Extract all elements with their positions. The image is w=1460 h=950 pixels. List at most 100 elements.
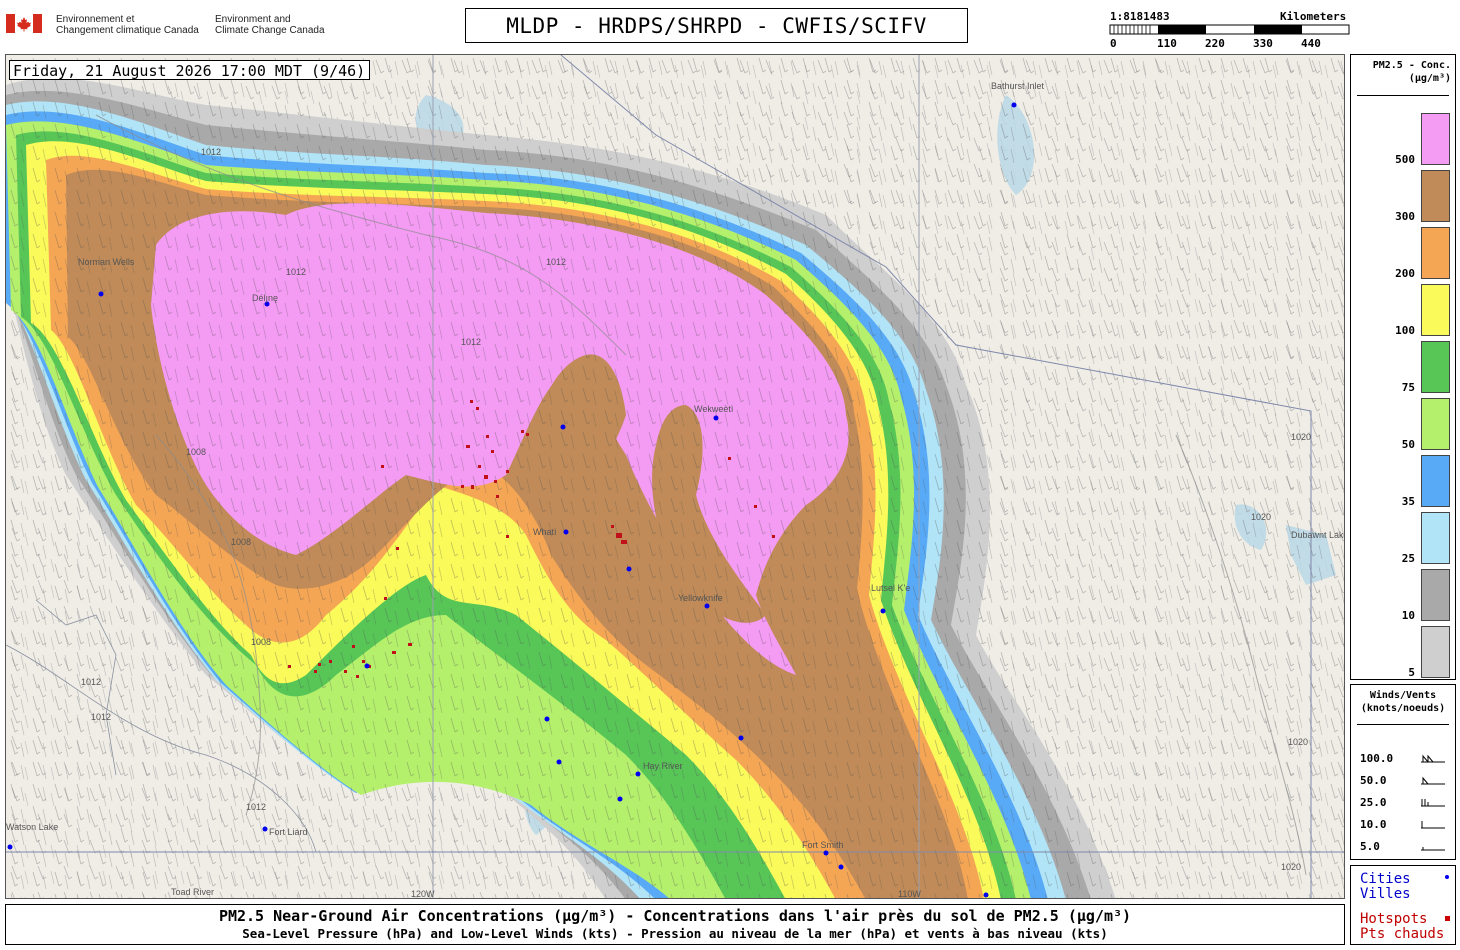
gov-name-en-line1: Environment and — [215, 14, 291, 25]
pm25-swatch-300 — [1421, 170, 1450, 222]
isobar-label-7: 1008 — [251, 637, 271, 647]
scale-bar-graphic — [1109, 24, 1350, 35]
key-cities-en: Cities — [1360, 871, 1411, 887]
pm25-swatch-35 — [1421, 455, 1450, 507]
wind-barb-5-icon — [1421, 847, 1445, 851]
wind-barb-50-icon — [1421, 776, 1445, 785]
scale-tick-0: 0 — [1110, 37, 1117, 50]
meridian-120w: 120W — [411, 889, 435, 899]
caption-line1: PM2.5 Near-Ground Air Concentrations (µg… — [218, 907, 1132, 925]
pm25-swatch-10 — [1421, 569, 1450, 621]
product-title: MLDP - HRDPS/SHRPD - CWFIS/SCIFV — [465, 8, 968, 43]
forecast-datetime: Friday, 21 August 2026 17:00 MDT (9/46) — [9, 60, 371, 80]
isobar-label-4: 1012 — [286, 267, 306, 277]
pm25-swatch-500 — [1421, 113, 1450, 165]
meridian-110w: 110W — [898, 889, 921, 899]
wind-label-50: 50.0 — [1360, 774, 1387, 787]
map-caption: PM2.5 Near-Ground Air Concentrations (µg… — [5, 904, 1345, 945]
gov-name-fr-line1: Environnement et — [56, 14, 135, 25]
isobar-label-12: 1020 — [1288, 737, 1308, 747]
wind-legend-title-line1: Winds/Vents — [1369, 690, 1437, 701]
isobar-label-1: 1012 — [201, 147, 221, 157]
map-canvas: 1012 1012 1012 1012 1008 1008 1008 1012 … — [6, 55, 1345, 899]
pm25-legend-title-line2: (µg/m³) — [1408, 73, 1451, 84]
isobar-label-2: 1012 — [546, 257, 566, 267]
pm25-swatch-label-25: 25 — [1401, 552, 1415, 565]
pm25-legend-title-line1: PM2.5 - Conc. — [1372, 60, 1451, 71]
isobar-label-13: 1020 — [1281, 862, 1301, 872]
pm25-swatch-label-10: 10 — [1401, 609, 1415, 622]
place-fort-liard: Fort Liard — [269, 827, 308, 837]
government-header: Environnement et Changement climatique C… — [0, 0, 460, 52]
pm25-swatch-100 — [1421, 284, 1450, 336]
marker-key-legend: Cities Villes Hotspots Pts chauds — [1350, 865, 1456, 945]
scale-tick-2: 220 — [1205, 37, 1225, 50]
wind-label-10: 10.0 — [1360, 818, 1387, 831]
isobar-label-14: 1020 — [1291, 432, 1311, 442]
pm25-swatch-label-200: 200 — [1395, 267, 1415, 280]
pm25-swatch-label-500: 500 — [1395, 153, 1415, 166]
hotspot-square-icon — [1445, 916, 1450, 921]
pm25-legend: PM2.5 - Conc. (µg/m³) 500 300 200 100 75 50 35… — [1350, 54, 1456, 680]
wind-barb-25-icon — [1421, 799, 1445, 807]
key-hotspots-en: Hotspots — [1360, 911, 1428, 927]
place-dubawnt-lake: Dubawnt Lake — [1291, 530, 1345, 540]
place-deline: Délı̨nę — [252, 293, 278, 303]
isobar-label-3: 1012 — [461, 337, 481, 347]
pm25-swatch-label-50: 50 — [1401, 438, 1415, 451]
wind-legend-title-line2: (knots/noeuds) — [1360, 703, 1446, 714]
canada-flag-icon — [6, 14, 42, 33]
isobar-label-8: 1012 — [81, 677, 101, 687]
place-hay-river: Hay River — [643, 761, 683, 771]
gov-name-en: Environment and Climate Change Canada — [215, 14, 325, 36]
place-lutselke: Lutsel K'e — [871, 583, 910, 593]
place-norman-wells: Norman Wells — [78, 257, 135, 267]
place-bathurst-inlet: Bathurst Inlet — [991, 81, 1045, 91]
place-whati: Whatì — [533, 527, 557, 537]
gov-name-fr: Environnement et Changement climatique C… — [56, 14, 199, 36]
wind-legend: Winds/Vents (knots/noeuds) 100.0 50.0 25… — [1350, 684, 1456, 860]
gov-name-fr-line2: Changement climatique Canada — [56, 25, 199, 36]
wind-legend-title: Winds/Vents (knots/noeuds) — [1351, 689, 1455, 715]
wind-barb-overlay — [6, 55, 1344, 898]
scale-ratio: 1:8181483 — [1110, 10, 1170, 23]
place-yellowknife: Yellowknife — [678, 593, 723, 603]
pm25-legend-title: PM2.5 - Conc. (µg/m³) — [1351, 59, 1451, 85]
scale-tick-3: 330 — [1253, 37, 1273, 50]
scale-bar: 1:8181483 Kilometers 0 110 220 330 440 — [1108, 10, 1353, 50]
wind-label-25: 25.0 — [1360, 796, 1387, 809]
gov-name-en-line2: Climate Change Canada — [215, 25, 325, 36]
place-wekweeti: Wekweètì — [694, 404, 733, 414]
wind-label-100: 100.0 — [1360, 752, 1394, 765]
isobar-label-5: 1008 — [186, 447, 206, 457]
pm25-swatch-label-5: 5 — [1408, 666, 1415, 679]
wind-legend-divider — [1357, 724, 1449, 725]
scale-unit: Kilometers — [1280, 10, 1347, 23]
smoke-forecast-map[interactable]: 1012 1012 1012 1012 1008 1008 1008 1012 … — [5, 54, 1345, 899]
wind-label-5: 5.0 — [1360, 840, 1380, 853]
place-toad-river: Toad River — [171, 887, 214, 897]
isobar-label-10: 1012 — [246, 802, 266, 812]
pm25-swatch-5 — [1421, 626, 1450, 678]
key-hotspots-fr: Pts chauds — [1360, 926, 1445, 942]
city-dot-icon — [1445, 875, 1449, 879]
place-watson-lake: Watson Lake — [6, 822, 58, 832]
pm25-legend-divider — [1357, 95, 1449, 96]
pm25-swatch-label-300: 300 — [1395, 210, 1415, 223]
isobar-label-6: 1008 — [231, 537, 251, 547]
pm25-swatch-label-100: 100 — [1395, 324, 1415, 337]
key-cities-fr: Villes — [1360, 886, 1411, 902]
caption-line2: Sea-Level Pressure (hPa) and Low-Level W… — [242, 926, 1108, 941]
pm25-swatch-25 — [1421, 512, 1450, 564]
scale-tick-1: 110 — [1157, 37, 1177, 50]
scale-tick-4: 440 — [1301, 37, 1321, 50]
pm25-swatch-75 — [1421, 341, 1450, 393]
pm25-swatch-200 — [1421, 227, 1450, 279]
pm25-swatch-label-35: 35 — [1401, 495, 1415, 508]
place-fort-smith: Fort Smith — [802, 840, 844, 850]
isobar-label-9: 1012 — [91, 712, 111, 722]
wind-barb-100-icon — [1421, 754, 1445, 763]
wind-barb-10-icon — [1421, 821, 1445, 829]
isobar-label-11: 1020 — [1251, 512, 1271, 522]
pm25-swatch-50 — [1421, 398, 1450, 450]
